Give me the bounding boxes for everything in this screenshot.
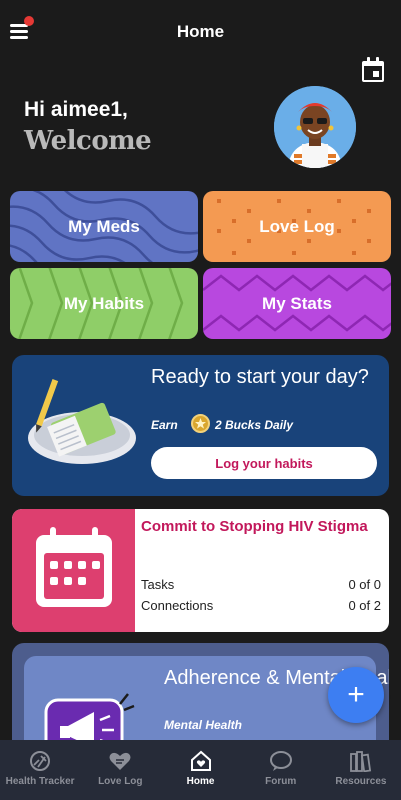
nav-health-tracker[interactable]: Health Tracker (0, 740, 80, 800)
page-title: Home (176, 22, 225, 41)
nav-home[interactable]: Home (160, 740, 240, 800)
adherence-subtitle: Mental Health (164, 718, 243, 732)
greeting-text: Hi aimee1, (24, 98, 128, 121)
nav-label: Resources (335, 776, 387, 787)
my-habits-tile[interactable]: My Habits (10, 268, 198, 339)
commit-card-icon-panel (12, 509, 135, 632)
tile-label: Love Log (259, 216, 335, 236)
coin-icon (191, 414, 210, 433)
nav-label: Home (186, 776, 215, 787)
bucks-text: 2 Bucks Daily (215, 418, 294, 432)
calendar-button[interactable] (361, 57, 385, 83)
ready-title: Ready to start your day? (151, 366, 369, 388)
earn-text: Earn (151, 418, 178, 432)
avatar[interactable] (274, 86, 356, 168)
welcome-text: Welcome (24, 126, 152, 156)
star-icon (195, 418, 206, 429)
nav-resources[interactable]: Resources (321, 740, 401, 800)
love-log-tile[interactable]: Love Log (203, 191, 391, 262)
home-icon (190, 750, 211, 771)
tile-label: My Habits (63, 293, 145, 313)
nav-label: Forum (265, 776, 297, 787)
books-icon (350, 751, 372, 772)
heart-icon (109, 752, 131, 770)
tile-label: My Meds (68, 216, 140, 236)
my-meds-tile[interactable]: My Meds (10, 191, 198, 262)
connections-label: Connections (141, 598, 214, 613)
add-fab-button[interactable]: + (328, 667, 384, 723)
connections-value: 0 of 2 (348, 598, 381, 613)
commit-title: Commit to Stopping HIV Stigma (141, 518, 368, 535)
megaphone-illustration (44, 693, 135, 753)
tile-label: My Stats (262, 293, 332, 313)
tasks-label: Tasks (141, 577, 175, 592)
nav-label: Health Tracker (5, 776, 75, 787)
notebook-illustration (28, 379, 136, 464)
chat-bubble-icon (269, 751, 292, 771)
nav-label: Love Log (98, 776, 143, 787)
nav-love-log[interactable]: Love Log (80, 740, 160, 800)
log-habits-button[interactable]: Log your habits (151, 447, 377, 479)
tasks-value: 0 of 0 (348, 577, 381, 592)
nav-forum[interactable]: Forum (241, 740, 321, 800)
calendar-grid-icon (36, 527, 112, 607)
bottom-nav: Health Tracker Love Log Home Forum Resou… (0, 740, 401, 800)
calendar-icon (362, 57, 384, 82)
avatar-illustration (274, 86, 356, 168)
health-tracker-icon (30, 751, 51, 771)
my-stats-tile[interactable]: My Stats (203, 268, 391, 339)
